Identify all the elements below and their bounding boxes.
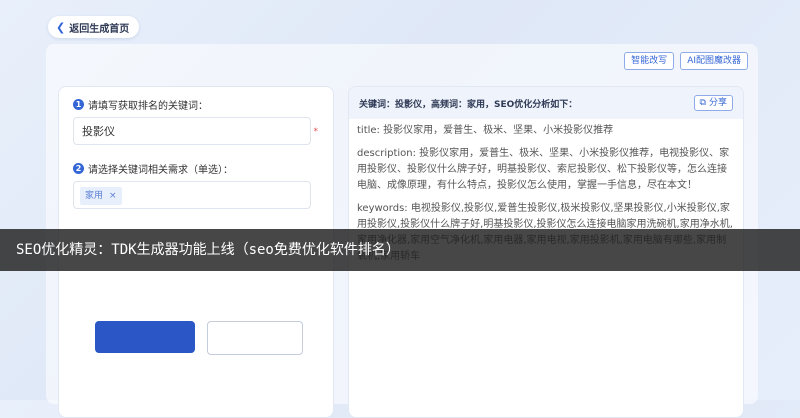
back-label: 返回生成首页: [69, 23, 130, 35]
keyword-input[interactable]: 投影仪 *: [73, 117, 318, 145]
result-header-text: 关键词：投影仪，高频词：家用，SEO优化分析如下：: [359, 99, 578, 110]
result-description: description: 投影仪家用，爱普生、极米、坚果、小米投影仪推荐，电视投…: [357, 148, 730, 191]
step-1-number: 1: [73, 99, 84, 110]
chevron-left-icon: ❮: [56, 20, 66, 34]
step-1: 1 请填写获取排名的关键词：: [73, 97, 208, 112]
title-banner: SEO优化精灵：TDK生成器功能上线（seo免费优化软件排名）: [0, 229, 800, 271]
generate-button[interactable]: [95, 321, 195, 353]
step-2: 2 请选择关键词相关需求（单选）：: [73, 161, 233, 176]
top-actions: 智能改写 AI配图魔改器: [624, 52, 748, 70]
share-icon: ⧉: [699, 98, 706, 108]
result-title: title: 投影仪家用，爱普生、极米、坚果、小米投影仪推荐: [357, 125, 614, 136]
reset-button[interactable]: [207, 321, 303, 355]
selected-tag: 家用 ×: [80, 187, 122, 205]
step-1-label: 请填写获取排名的关键词：: [88, 101, 208, 112]
step-2-number: 2: [73, 163, 84, 174]
demand-select[interactable]: 家用 ×: [73, 181, 311, 209]
selected-tag-label: 家用: [85, 191, 104, 201]
back-to-home-button[interactable]: ❮ 返回生成首页: [48, 16, 140, 38]
share-button[interactable]: ⧉ 分享: [693, 95, 733, 111]
tag-remove-icon[interactable]: ×: [109, 187, 117, 205]
required-mark: *: [313, 127, 319, 137]
share-label: 分享: [708, 98, 727, 108]
ai-image-button[interactable]: AI配图魔改器: [680, 52, 748, 70]
keyword-value: 投影仪: [82, 125, 115, 138]
result-header: 关键词：投影仪，高频词：家用，SEO优化分析如下： ⧉ 分享: [349, 87, 743, 119]
smart-rewrite-button[interactable]: 智能改写: [624, 52, 675, 70]
step-2-label: 请选择关键词相关需求（单选）：: [88, 165, 233, 176]
